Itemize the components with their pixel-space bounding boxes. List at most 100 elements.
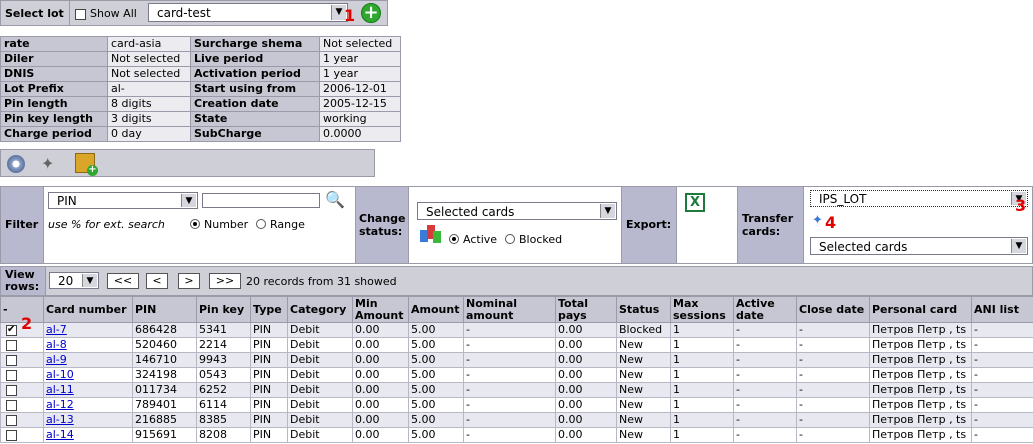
cell-min: 0.00	[352, 397, 409, 413]
column-header[interactable]: PIN	[132, 296, 197, 323]
cell-key: 9943	[196, 352, 251, 368]
cell-cat: Debit	[287, 427, 353, 443]
chevron-down-icon[interactable]: ▼	[82, 274, 97, 287]
number-radio-dot[interactable]	[190, 219, 200, 229]
column-header[interactable]: ANI list	[971, 296, 1033, 323]
column-header[interactable]: Pin key	[196, 296, 251, 323]
row-checkbox[interactable]	[6, 384, 17, 396]
cell-status: New	[616, 397, 671, 413]
wand-icon[interactable]: ✦	[41, 154, 61, 174]
cell-type: PIN	[250, 382, 288, 398]
column-header[interactable]: Nominal amount	[463, 296, 556, 323]
cell-tot: 0.00	[555, 322, 617, 338]
active-radio-dot[interactable]	[449, 234, 459, 244]
card-number-link[interactable]: al-13	[46, 414, 74, 427]
card-number-link[interactable]: al-9	[46, 354, 67, 367]
search-icon[interactable]: 🔍	[325, 190, 345, 210]
add-box-icon[interactable]: +	[75, 153, 98, 176]
cell-nom: -	[463, 367, 556, 383]
next-page-button[interactable]: >	[178, 273, 200, 289]
column-header[interactable]: Amount	[408, 296, 464, 323]
cell-ani: -	[971, 322, 1033, 338]
info-key: Activation period	[190, 66, 320, 82]
row-select-cell	[0, 367, 44, 383]
status-target-select[interactable]: Selected cards ▼	[417, 202, 617, 220]
cell-close: -	[796, 427, 870, 443]
cell-close: -	[796, 322, 870, 338]
info-key: Diler	[0, 51, 108, 67]
show-all-checkbox[interactable]	[75, 7, 86, 20]
info-value: Not selected	[107, 51, 191, 67]
table-row: al-9 146710 9943 PIN Debit 0.00 5.00-0.00 New 1-…	[0, 352, 1033, 368]
lot-info-table: rate card-asia Surcharge shema Not selected…	[0, 36, 401, 142]
export-cell: Export:	[622, 187, 677, 263]
card-number-link[interactable]: al-11	[46, 384, 74, 397]
chevron-down-icon[interactable]: ▼	[1011, 239, 1026, 253]
info-value: Not selected	[107, 66, 191, 82]
change-status-controls: Selected cards ▼ Active Blocked	[409, 187, 622, 263]
card-number-link[interactable]: al-10	[46, 369, 74, 382]
column-header[interactable]: Category	[287, 296, 353, 323]
column-header[interactable]: Min Amount	[352, 296, 409, 323]
column-header[interactable]: Status	[616, 296, 671, 323]
transfer-lot-select[interactable]: IPS_LOT ▼	[810, 190, 1028, 207]
blocked-radio-dot[interactable]	[505, 234, 515, 244]
card-number-link[interactable]: al-14	[46, 429, 74, 442]
cell-act: -	[733, 412, 797, 428]
column-header[interactable]: Type	[250, 296, 288, 323]
chevron-down-icon[interactable]: ▼	[600, 204, 615, 218]
gear-icon[interactable]	[7, 155, 25, 173]
cell-ani: -	[971, 397, 1033, 413]
row-checkbox[interactable]	[6, 414, 17, 426]
number-radio[interactable]	[190, 217, 200, 230]
chevron-down-icon[interactable]: ▼	[181, 194, 196, 207]
marker-2: 2	[21, 314, 33, 333]
column-header[interactable]: Max sessions	[670, 296, 734, 323]
cell-min: 0.00	[352, 352, 409, 368]
row-checkbox[interactable]	[6, 354, 17, 366]
range-radio[interactable]	[256, 217, 266, 230]
cell-pin: 146710	[132, 352, 197, 368]
transfer-target-select[interactable]: Selected cards ▼	[810, 237, 1028, 255]
info-key: Live period	[190, 51, 320, 67]
row-checkbox[interactable]	[6, 369, 17, 381]
card-number-link[interactable]: al-12	[46, 399, 74, 412]
card-number-link[interactable]: al-7	[46, 324, 67, 337]
filter-search-input[interactable]	[202, 193, 320, 208]
prev-page-button[interactable]: <	[146, 273, 168, 289]
cell-status: New	[616, 352, 671, 368]
filter-field-select[interactable]: PIN ▼	[48, 192, 198, 209]
change-status-label: Change status:	[359, 212, 406, 238]
column-header[interactable]: Total pays	[555, 296, 617, 323]
view-rows-label-cell: View rows:	[1, 267, 46, 295]
card-number-link[interactable]: al-8	[46, 339, 67, 352]
transfer-label: Transfer cards:	[742, 212, 794, 238]
cell-amt: 5.00	[408, 382, 464, 398]
cell-pin: 686428	[132, 322, 197, 338]
excel-icon[interactable]: X	[685, 193, 705, 212]
apply-status-icon[interactable]	[420, 225, 442, 245]
first-page-button[interactable]: <<	[107, 273, 139, 289]
cell-close: -	[796, 337, 870, 353]
row-checkbox[interactable]	[6, 324, 17, 337]
rows-per-page-select[interactable]: 20 ▼	[49, 272, 99, 289]
add-lot-icon[interactable]: +	[361, 3, 381, 23]
column-header[interactable]: Close date	[796, 296, 870, 323]
marker-1: 1	[344, 6, 356, 25]
active-radio[interactable]	[449, 232, 459, 245]
blocked-radio[interactable]	[505, 232, 515, 245]
cell-act: -	[733, 427, 797, 443]
column-header[interactable]: Card number	[43, 296, 133, 323]
show-all-box[interactable]	[75, 8, 86, 20]
cell-min: 0.00	[352, 427, 409, 443]
lot-select[interactable]: card-test ▼	[148, 3, 348, 22]
range-radio-dot[interactable]	[256, 219, 266, 229]
column-header[interactable]: Personal card	[869, 296, 972, 323]
info-value: 2006-12-01	[319, 81, 401, 97]
row-checkbox[interactable]	[6, 399, 17, 411]
cell-nom: -	[463, 352, 556, 368]
row-checkbox[interactable]	[6, 339, 17, 351]
row-checkbox[interactable]	[6, 429, 17, 441]
column-header[interactable]: Active date	[733, 296, 797, 323]
last-page-button[interactable]: >>	[209, 273, 241, 289]
